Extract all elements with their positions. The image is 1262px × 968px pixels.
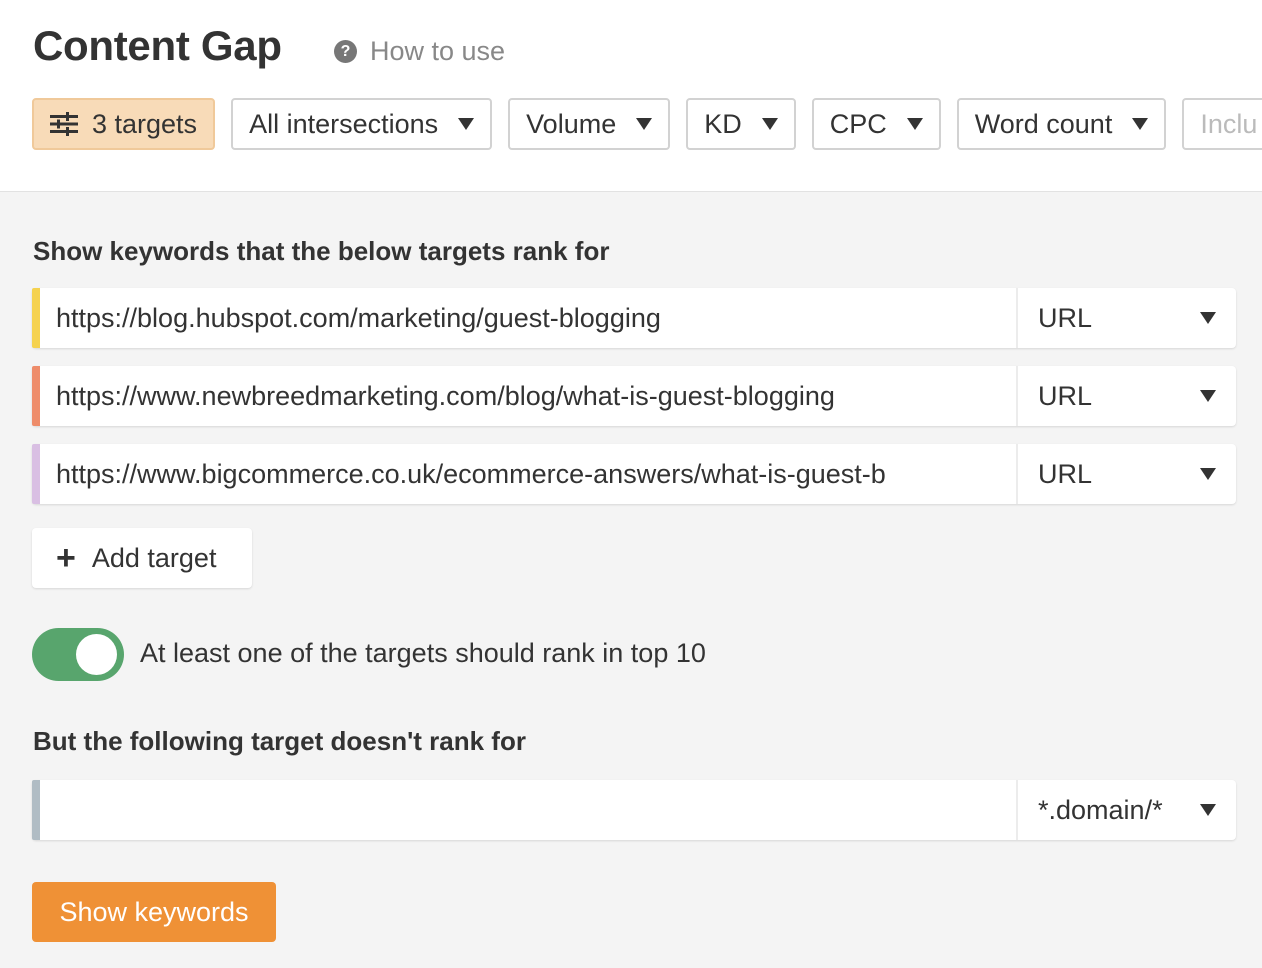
exclude-heading: But the following target doesn't rank fo… <box>33 726 526 756</box>
target-url-input[interactable]: https://blog.hubspot.com/marketing/guest… <box>40 288 1018 348</box>
kd-dropdown[interactable]: KD <box>686 98 796 150</box>
filter-bar: 3 targets All intersections Volume KD CP… <box>32 98 1262 150</box>
target-mode-dropdown[interactable]: URL <box>1018 288 1236 348</box>
target-mode-label: URL <box>1038 302 1093 333</box>
include-placeholder: Inclu <box>1200 108 1258 139</box>
caret-down-icon <box>458 118 475 130</box>
word-count-dropdown[interactable]: Word count <box>956 98 1167 150</box>
toggle-knob <box>76 634 117 675</box>
page-title: Content Gap <box>33 22 282 69</box>
target-mode-dropdown[interactable]: URL <box>1018 444 1236 504</box>
volume-dropdown[interactable]: Volume <box>508 98 671 150</box>
caret-down-icon <box>761 118 778 130</box>
intersections-dropdown[interactable]: All intersections <box>231 98 493 150</box>
target-mode-dropdown[interactable]: URL <box>1018 366 1236 426</box>
exclude-url-input[interactable] <box>40 780 1018 840</box>
targets-heading: Show keywords that the below targets ran… <box>33 236 610 266</box>
how-to-use-label: How to use <box>370 36 506 66</box>
targets-button[interactable]: 3 targets <box>32 98 216 150</box>
add-target-button[interactable]: + Add target <box>32 528 252 588</box>
exclude-target-row: *.domain/* <box>32 780 1236 840</box>
target-row: https://www.bigcommerce.co.uk/ecommerce-… <box>32 444 1236 504</box>
exclude-mode-dropdown[interactable]: *.domain/* <box>1018 780 1236 840</box>
target-color-stripe <box>32 366 40 426</box>
targets-label: 3 targets <box>92 108 198 139</box>
caret-down-icon <box>1200 804 1216 816</box>
target-row: https://blog.hubspot.com/marketing/guest… <box>32 288 1236 348</box>
volume-label: Volume <box>526 108 617 139</box>
target-url-input[interactable]: https://www.bigcommerce.co.uk/ecommerce-… <box>40 444 1018 504</box>
caret-down-icon <box>636 118 653 130</box>
top10-toggle[interactable] <box>32 628 124 681</box>
target-mode-label: URL <box>1038 380 1093 411</box>
target-mode-label: URL <box>1038 458 1093 489</box>
how-to-use-link[interactable]: ? How to use <box>334 36 505 67</box>
target-url-input[interactable]: https://www.newbreedmarketing.com/blog/w… <box>40 366 1018 426</box>
page-header: Content Gap ? How to use 3 targets All i… <box>0 0 1262 192</box>
exclude-mode-label: *.domain/* <box>1038 794 1163 825</box>
sliders-icon <box>50 112 78 136</box>
target-row: https://www.newbreedmarketing.com/blog/w… <box>32 366 1236 426</box>
target-color-stripe <box>32 780 40 840</box>
question-circle-icon: ? <box>334 40 357 63</box>
caret-down-icon <box>1200 390 1216 402</box>
caret-down-icon <box>1200 312 1216 324</box>
add-target-label: Add target <box>91 542 217 573</box>
cpc-dropdown[interactable]: CPC <box>811 98 941 150</box>
caret-down-icon <box>1200 468 1216 480</box>
word-count-label: Word count <box>974 108 1113 139</box>
kd-label: KD <box>704 108 742 139</box>
include-input[interactable]: Inclu <box>1182 98 1262 150</box>
caret-down-icon <box>906 118 923 130</box>
top10-toggle-label: At least one of the targets should rank … <box>140 638 706 668</box>
plus-icon: + <box>56 539 76 577</box>
intersections-label: All intersections <box>249 108 439 139</box>
target-color-stripe <box>32 288 40 348</box>
target-color-stripe <box>32 444 40 504</box>
caret-down-icon <box>1132 118 1149 130</box>
show-keywords-button[interactable]: Show keywords <box>32 882 276 942</box>
cpc-label: CPC <box>829 108 887 139</box>
